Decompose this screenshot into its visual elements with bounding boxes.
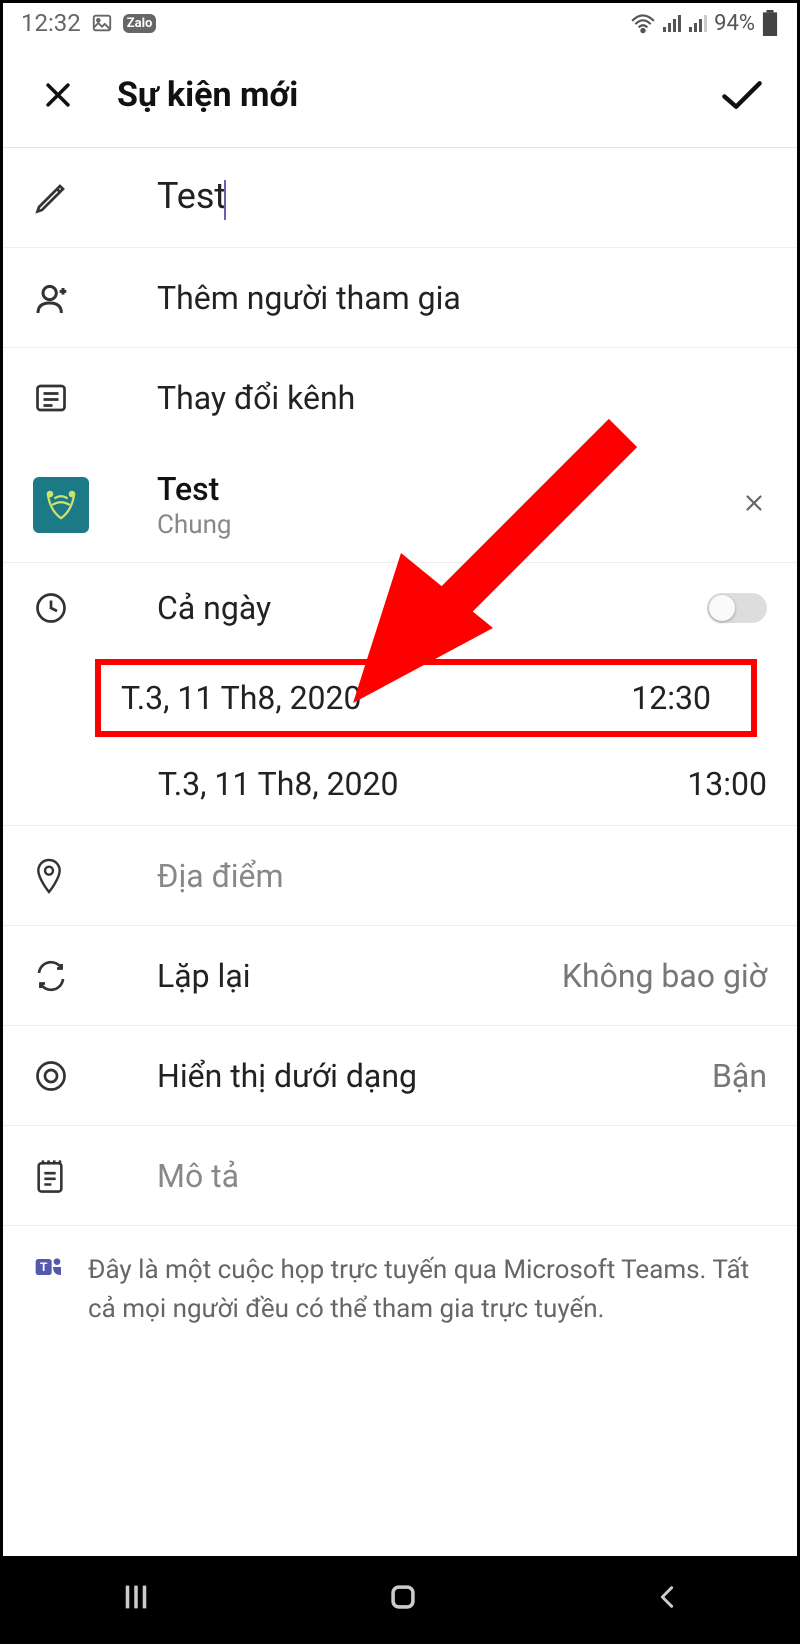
channel-icon <box>33 380 103 416</box>
show-as-value: Bận <box>712 1057 767 1095</box>
confirm-button[interactable] <box>717 77 767 113</box>
add-participants-row[interactable]: Thêm người tham gia <box>3 248 797 348</box>
end-date-label: T.3, 11 Th8, 2020 <box>158 765 687 803</box>
clock-icon <box>33 590 103 626</box>
android-nav-bar <box>3 1556 797 1641</box>
end-time-label: 13:00 <box>687 765 767 803</box>
page-title: Sự kiện mới <box>117 75 717 115</box>
team-avatar <box>33 477 89 533</box>
repeat-value: Không bao giờ <box>562 957 767 995</box>
wifi-icon <box>630 12 656 34</box>
battery-text: 94% <box>714 11 755 36</box>
end-datetime-row[interactable]: T.3, 11 Th8, 2020 13:00 <box>3 743 797 825</box>
status-time: 12:32 <box>21 9 81 37</box>
teams-meeting-note: T Đây là một cuộc họp trực tuyến qua Mic… <box>3 1226 797 1354</box>
back-button[interactable] <box>653 1580 681 1618</box>
notes-icon <box>33 1157 103 1195</box>
show-as-label: Hiển thị dưới dạng <box>103 1057 712 1095</box>
all-day-toggle[interactable] <box>707 593 767 623</box>
signal-icon-1 <box>662 13 682 33</box>
teams-icon: T <box>33 1251 88 1283</box>
location-row[interactable]: Địa điểm <box>3 826 797 926</box>
all-day-row[interactable]: Cả ngày <box>3 563 797 653</box>
repeat-label: Lặp lại <box>103 957 562 995</box>
zalo-icon: Zalo <box>123 14 157 33</box>
close-button[interactable] <box>33 78 83 112</box>
title-input[interactable]: Test <box>157 175 226 217</box>
description-row[interactable]: Mô tả <box>3 1126 797 1226</box>
description-placeholder: Mô tả <box>103 1157 767 1195</box>
start-date-label: T.3, 11 Th8, 2020 <box>121 679 631 717</box>
location-placeholder: Địa điểm <box>103 857 767 895</box>
location-icon <box>33 857 103 895</box>
remove-team-button[interactable] <box>741 486 767 524</box>
change-channel-label: Thay đổi kênh <box>103 379 767 417</box>
home-button[interactable] <box>386 1580 420 1618</box>
change-channel-row[interactable]: Thay đổi kênh <box>3 348 797 448</box>
status-bar: 12:32 Zalo 94% <box>3 3 797 43</box>
signal-icon-2 <box>688 13 708 33</box>
show-as-icon <box>33 1058 103 1094</box>
start-datetime-row[interactable]: T.3, 11 Th8, 2020 12:30 <box>95 659 757 737</box>
gallery-icon <box>91 12 113 34</box>
selected-team-row[interactable]: Test Chung <box>3 448 797 563</box>
title-row[interactable]: Test <box>3 148 797 248</box>
start-time-label: 12:30 <box>631 679 711 717</box>
text-cursor <box>224 180 226 220</box>
team-name: Test <box>157 470 741 508</box>
footer-line-1: Đây là một cuộc họp trực tuyến qua Micro… <box>88 1255 706 1285</box>
team-channel: Chung <box>157 510 741 540</box>
pencil-icon <box>33 180 103 216</box>
add-person-icon <box>33 278 103 318</box>
recent-apps-button[interactable] <box>119 1580 153 1618</box>
repeat-row[interactable]: Lặp lại Không bao giờ <box>3 926 797 1026</box>
add-participants-label: Thêm người tham gia <box>103 279 767 317</box>
svg-text:T: T <box>40 1260 48 1274</box>
show-as-row[interactable]: Hiển thị dưới dạng Bận <box>3 1026 797 1126</box>
battery-icon <box>761 10 779 36</box>
repeat-icon <box>33 958 103 994</box>
all-day-label: Cả ngày <box>103 589 707 627</box>
header: Sự kiện mới <box>3 43 797 148</box>
